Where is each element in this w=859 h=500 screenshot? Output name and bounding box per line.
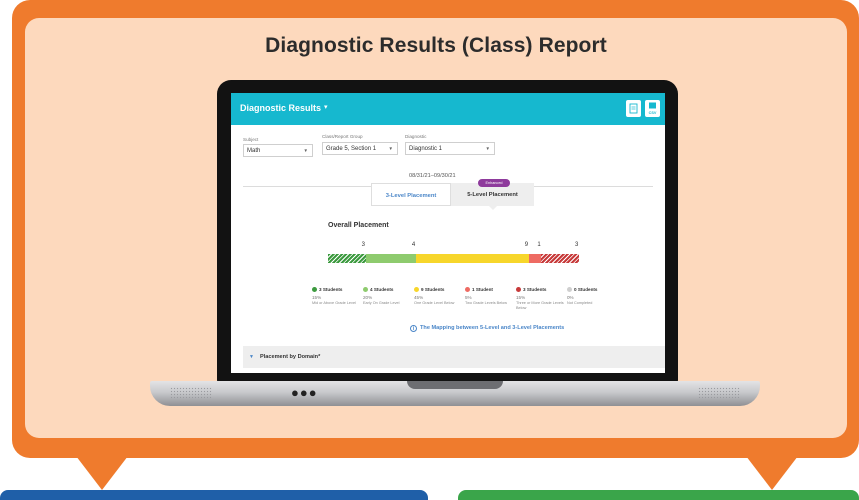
app-header: Diagnostic Results ▾ CSV	[231, 93, 665, 125]
legend-description: Early On Grade Level	[363, 301, 400, 305]
mapping-link[interactable]: i The Mapping between 5-Level and 3-Level…	[410, 325, 564, 332]
placement-bar-count: 3	[575, 242, 579, 248]
placement-by-domain-label: Placement by Domain*	[259, 354, 321, 360]
tab-3-level-placement[interactable]: 3-Level Placement	[371, 183, 451, 206]
report-title-dropdown[interactable]: Diagnostic Results	[240, 103, 321, 113]
enhanced-badge: Enhanced	[478, 179, 510, 187]
legend-percent: 0%	[567, 295, 574, 300]
info-icon: i	[410, 325, 417, 332]
legend-percent: 45%	[414, 295, 424, 300]
chevron-down-icon: ▼	[249, 354, 254, 360]
placement-bar-count: 4	[411, 242, 416, 248]
placement-by-domain-toggle[interactable]: ▼ Placement by Domain*	[243, 346, 665, 368]
subject-label: Subject	[243, 137, 259, 142]
laptop-screen: Diagnostic Results ▾ CSV Subject Math ▼	[231, 93, 665, 373]
legend-item: 3 Students 15% Three or More Grade Levels …	[516, 286, 574, 311]
legend-percent: 20%	[363, 295, 373, 300]
placement-bar-segment	[365, 254, 416, 263]
legend-percent: 15%	[312, 295, 322, 300]
diagnostic-label: Diagnostic	[405, 134, 427, 139]
legend-count: 3 Students	[523, 287, 547, 292]
legend-item: 1 Student 5% Two Grade Levels Below	[465, 286, 523, 306]
legend-dot	[516, 287, 521, 292]
speaker-grille-right	[698, 387, 740, 399]
callout-pointer-right	[746, 456, 798, 490]
legend-percent: 15%	[516, 295, 526, 300]
legend-count: 4 Students	[370, 287, 394, 292]
placement-bar-count: 3	[361, 242, 365, 248]
legend-item: 4 Students 20% Early On Grade Level	[363, 286, 421, 306]
active-tab-indicator	[488, 205, 498, 210]
laptop-base: ●●●	[150, 381, 760, 406]
legend-dot	[363, 287, 368, 292]
chevron-down-icon[interactable]: ▾	[324, 103, 328, 111]
placement-bar-segment	[328, 254, 366, 263]
bottom-panel-blue	[0, 490, 428, 500]
group-label: Class/Report Group	[322, 134, 363, 139]
diagnostic-value: Diagnostic 1	[409, 146, 443, 152]
speaker-grille-left	[170, 387, 212, 399]
legend-count: 9 Students	[421, 287, 445, 292]
diagnostic-select[interactable]: Diagnostic 1 ▼	[405, 142, 495, 155]
legend-description: Two Grade Levels Below	[465, 301, 507, 305]
placement-bar-segment	[528, 254, 542, 263]
banner-title: Diagnostic Results (Class) Report	[265, 34, 607, 57]
legend-dot	[465, 287, 470, 292]
overall-placement-title: Overall Placement	[328, 222, 389, 229]
placement-bar-segment	[415, 254, 529, 263]
legend-description: One Grade Level Below	[414, 301, 455, 305]
report-preview: Diagnostic Results (Class) Report Diagno…	[0, 0, 859, 500]
group-select[interactable]: Grade 5, Section 1 ▼	[322, 142, 398, 155]
chevron-down-icon: ▼	[303, 148, 308, 153]
legend-dot	[567, 287, 572, 292]
chevron-down-icon: ▼	[485, 146, 490, 151]
legend-percent: 5%	[465, 295, 472, 300]
pdf-export-icon[interactable]	[626, 100, 641, 117]
chevron-down-icon: ▼	[388, 146, 393, 151]
subject-value: Math	[247, 148, 261, 154]
legend-count: 0 Students	[574, 287, 598, 292]
date-range: 08/31/21–09/30/21	[409, 173, 456, 179]
legend-dot	[312, 287, 317, 292]
legend-item: 9 Students 45% One Grade Level Below	[414, 286, 472, 306]
legend-count: 1 Student	[472, 287, 493, 292]
legend-description: Three or More Grade Levels Below	[516, 301, 564, 310]
legend-dot	[414, 287, 419, 292]
legend-count: 3 Students	[319, 287, 343, 292]
legend-description: Not Completed	[567, 301, 593, 305]
legend-item: 3 Students 15% Mid or Above Grade Level	[312, 286, 370, 306]
subject-select[interactable]: Math ▼	[243, 144, 313, 157]
placement-bar-segment	[541, 254, 579, 263]
laptop-notch	[407, 381, 503, 389]
placement-bar-count: 9	[524, 242, 529, 248]
callout-pointer-left	[76, 456, 128, 490]
csv-export-icon[interactable]: CSV	[645, 100, 660, 117]
legend-item: 0 Students 0% Not Completed	[567, 286, 625, 306]
csv-icon-label: CSV	[649, 111, 657, 115]
legend-description: Mid or Above Grade Level	[312, 301, 356, 305]
group-value: Grade 5, Section 1	[326, 146, 377, 152]
placement-bar-count: 1	[537, 242, 541, 248]
mapping-link-label: The Mapping between 5-Level and 3-Level …	[420, 325, 565, 331]
laptop-dots: ●●●	[291, 385, 318, 400]
bottom-panel-green	[458, 490, 859, 500]
